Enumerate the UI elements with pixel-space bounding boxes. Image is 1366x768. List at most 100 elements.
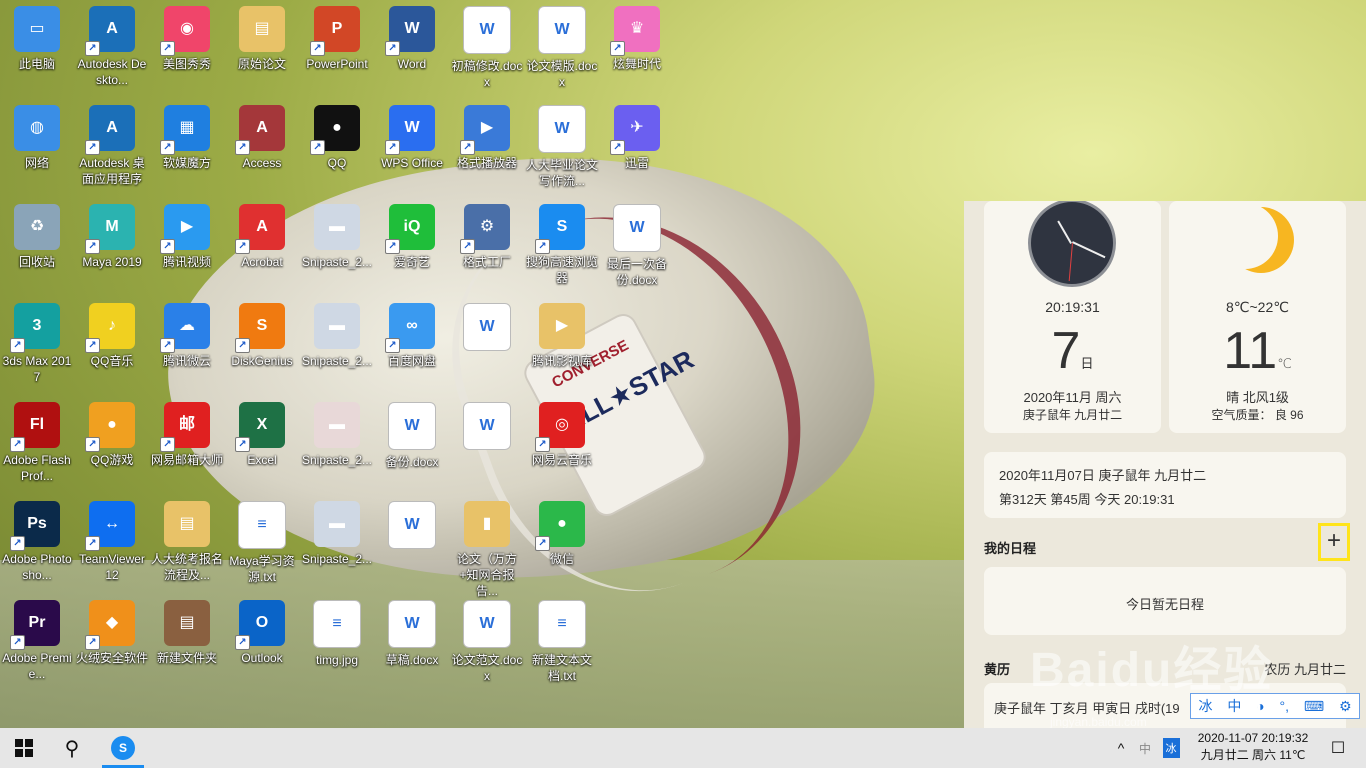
desktop-icon[interactable]: ↔ ↗ TeamViewer 12 (75, 495, 149, 589)
docx-icon: W (613, 204, 661, 252)
start-button[interactable] (0, 728, 48, 768)
photoshop-icon: Ps ↗ (10, 501, 60, 551)
desktop-icon[interactable]: A ↗ Autodesk Deskto... (75, 0, 149, 94)
ime-punctuation-icon[interactable]: °, (1280, 698, 1290, 714)
desktop-icon[interactable]: ▶ 腾讯影视库 (525, 297, 599, 391)
desktop-icon[interactable]: O ↗ Outlook (225, 594, 299, 688)
shortcut-arrow-icon: ↗ (160, 338, 175, 353)
desktop-icon[interactable]: W ↗ Word (375, 0, 449, 94)
tray-overflow-chevron-up-icon[interactable]: ^ (1110, 728, 1132, 768)
desktop-icon[interactable]: Pr ↗ Adobe Premie... (0, 594, 74, 688)
desktop-icon[interactable]: ▤ 人大统考报名流程及... (150, 495, 224, 589)
desktop-icon[interactable]: ✈ ↗ 迅雷 (600, 99, 674, 193)
desktop-icon[interactable]: ▬ Snipaste_2... (300, 297, 374, 391)
desktop-icon[interactable]: W 备份.docx (375, 396, 449, 490)
tencent-video-icon: ▶ ↗ (160, 204, 210, 254)
desktop-icon[interactable]: 邮 ↗ 网易邮箱大师 (150, 396, 224, 490)
desktop-icon[interactable]: X ↗ Excel (225, 396, 299, 490)
tray-ime-badge[interactable]: 冰 (1160, 728, 1182, 768)
desktop-icon[interactable]: A ↗ Acrobat (225, 198, 299, 292)
desktop-icon[interactable]: W 论文范文.docx (450, 594, 524, 688)
desktop-icon[interactable]: iQ ↗ 爱奇艺 (375, 198, 449, 292)
desktop-icon[interactable]: 3 ↗ 3ds Max 2017 (0, 297, 74, 391)
desktop-icon[interactable]: ◉ ↗ 美图秀秀 (150, 0, 224, 94)
desktop-icon[interactable]: ▮ 论文（万方+知网合报告... (450, 495, 524, 598)
notification-icon[interactable]: ☐ (1318, 728, 1358, 768)
ime-halfwidth-icon[interactable]: ◑ (1256, 698, 1264, 714)
desktop-icon[interactable]: ▤ 原始论文 (225, 0, 299, 94)
desktop-icon-label: Snipaste_2... (301, 453, 373, 467)
desktop-icon[interactable]: ▶ ↗ 腾讯视频 (150, 198, 224, 292)
desktop-icon[interactable]: W ↗ WPS Office (375, 99, 449, 193)
ime-keyboard-icon[interactable]: ⌨ (1304, 698, 1324, 715)
desktop-icon[interactable]: ▬ Snipaste_2... (300, 495, 374, 589)
desktop-icon[interactable]: ♪ ↗ QQ音乐 (75, 297, 149, 391)
tray-ime-language[interactable]: 中 (1134, 728, 1156, 768)
desktop-icon[interactable]: A ↗ Access (225, 99, 299, 193)
desktop-icon[interactable]: A ↗ Autodesk 桌面应用程序 (75, 99, 149, 193)
desktop-icon-label: 腾讯影视库 (531, 354, 592, 368)
add-schedule-button[interactable]: + (1318, 523, 1350, 561)
desktop-icon[interactable]: ☁ ↗ 腾讯微云 (150, 297, 224, 391)
desktop-icon-label: WPS Office (381, 156, 443, 170)
shortcut-arrow-icon: ↗ (235, 140, 250, 155)
desktop-icon[interactable]: ⚙ ↗ 格式工厂 (450, 198, 524, 292)
docx-icon: W (463, 402, 511, 450)
diskgenius-icon: S ↗ (235, 303, 285, 353)
desktop-icon[interactable]: ≡ Maya学习资源.txt (225, 495, 299, 589)
taskbar-sogou-browser[interactable]: S (102, 728, 144, 768)
desktop-icon-label: timg.jpg (315, 653, 359, 667)
shortcut-arrow-icon: ↗ (160, 41, 175, 56)
desktop-icon[interactable]: W (375, 495, 449, 589)
desktop-icon[interactable]: ≡ timg.jpg (300, 594, 374, 688)
desktop-icon[interactable]: ▬ Snipaste_2... (300, 198, 374, 292)
desktop-icon[interactable]: P ↗ PowerPoint (300, 0, 374, 94)
taskbar-clock[interactable]: 2020-11-07 20:19:32 九月廿二 周六 11℃ (1188, 730, 1318, 764)
weather-card[interactable]: 8℃~22℃ 11℃ 晴 北风1级 空气质量： 良 96 (1169, 201, 1346, 433)
desktop-icon-label: QQ (327, 156, 347, 170)
taskbar-lunar: 九月廿二 周六 11℃ (1200, 748, 1306, 762)
3dsmax-icon: 3 ↗ (10, 303, 60, 353)
ime-settings-icon[interactable]: ⚙ (1339, 698, 1352, 715)
desktop-icon[interactable]: ▶ ↗ 格式播放器 (450, 99, 524, 193)
shortcut-arrow-icon: ↗ (160, 239, 175, 254)
shortcut-arrow-icon: ↗ (85, 140, 100, 155)
desktop-icon[interactable]: ♻ 回收站 (0, 198, 74, 292)
desktop-icon[interactable]: Ps ↗ Adobe Photosho... (0, 495, 74, 589)
desktop-icon[interactable]: M ↗ Maya 2019 (75, 198, 149, 292)
desktop-icon[interactable]: ◍ 网络 (0, 99, 74, 193)
desktop-icon[interactable]: ● ↗ QQ (300, 99, 374, 193)
desktop-icon[interactable]: W 人大毕业论文写作流... (525, 99, 599, 193)
desktop-icon-label: 备份.docx (385, 455, 439, 469)
ime-toolbar[interactable]: 冰 中 ◑ °, ⌨ ⚙ (1190, 693, 1360, 719)
desktop-icon[interactable]: S ↗ 搜狗高速浏览器 (525, 198, 599, 292)
desktop-icon[interactable]: ● ↗ 微信 (525, 495, 599, 589)
desktop-icon[interactable]: ◎ ↗ 网易云音乐 (525, 396, 599, 490)
ime-bing-icon[interactable]: 冰 (1198, 696, 1212, 716)
docx-icon: W (388, 402, 436, 450)
baidu-watermark-url: jingyan.baidu.com (1050, 715, 1147, 729)
desktop-icon-label: 腾讯视频 (162, 255, 211, 269)
desktop-icon[interactable]: ▭ 此电脑 (0, 0, 74, 94)
desktop-icon[interactable]: W 论文模版.docx (525, 0, 599, 94)
search-icon[interactable]: ⚲ (50, 728, 94, 768)
desktop-icon[interactable]: ▦ ↗ 软媒魔方 (150, 99, 224, 193)
desktop-icon[interactable]: ● ↗ QQ游戏 (75, 396, 149, 490)
desktop-icon[interactable]: ▬ Snipaste_2... (300, 396, 374, 490)
desktop-icon[interactable]: ♛ ↗ 炫舞时代 (600, 0, 674, 94)
desktop-icon-label: QQ游戏 (90, 453, 134, 467)
ime-chinese-toggle[interactable]: 中 (1227, 696, 1241, 716)
desktop-icon[interactable]: Fl ↗ Adobe Flash Prof... (0, 396, 74, 490)
image-file-icon: ▬ (314, 303, 360, 349)
desktop-icon[interactable]: ≡ 新建文本文档.txt (525, 594, 599, 688)
desktop-icon[interactable]: S ↗ DiskGenius (225, 297, 299, 391)
desktop-icon[interactable]: ∞ ↗ 百度网盘 (375, 297, 449, 391)
desktop-icon[interactable]: W 初稿修改.docx (450, 0, 524, 94)
desktop-icon[interactable]: W 最后一次备份.docx (600, 198, 674, 292)
desktop-icon[interactable]: W (450, 396, 524, 490)
clock-card[interactable]: 20:19:31 7日 2020年11月 周六 庚子鼠年 九月廿二 (984, 201, 1161, 433)
desktop-icon[interactable]: ▤ 新建文件夹 (150, 594, 224, 688)
desktop-icon[interactable]: ◆ ↗ 火绒安全软件 (75, 594, 149, 688)
desktop-icon[interactable]: W 草稿.docx (375, 594, 449, 688)
desktop-icon[interactable]: W (450, 297, 524, 391)
